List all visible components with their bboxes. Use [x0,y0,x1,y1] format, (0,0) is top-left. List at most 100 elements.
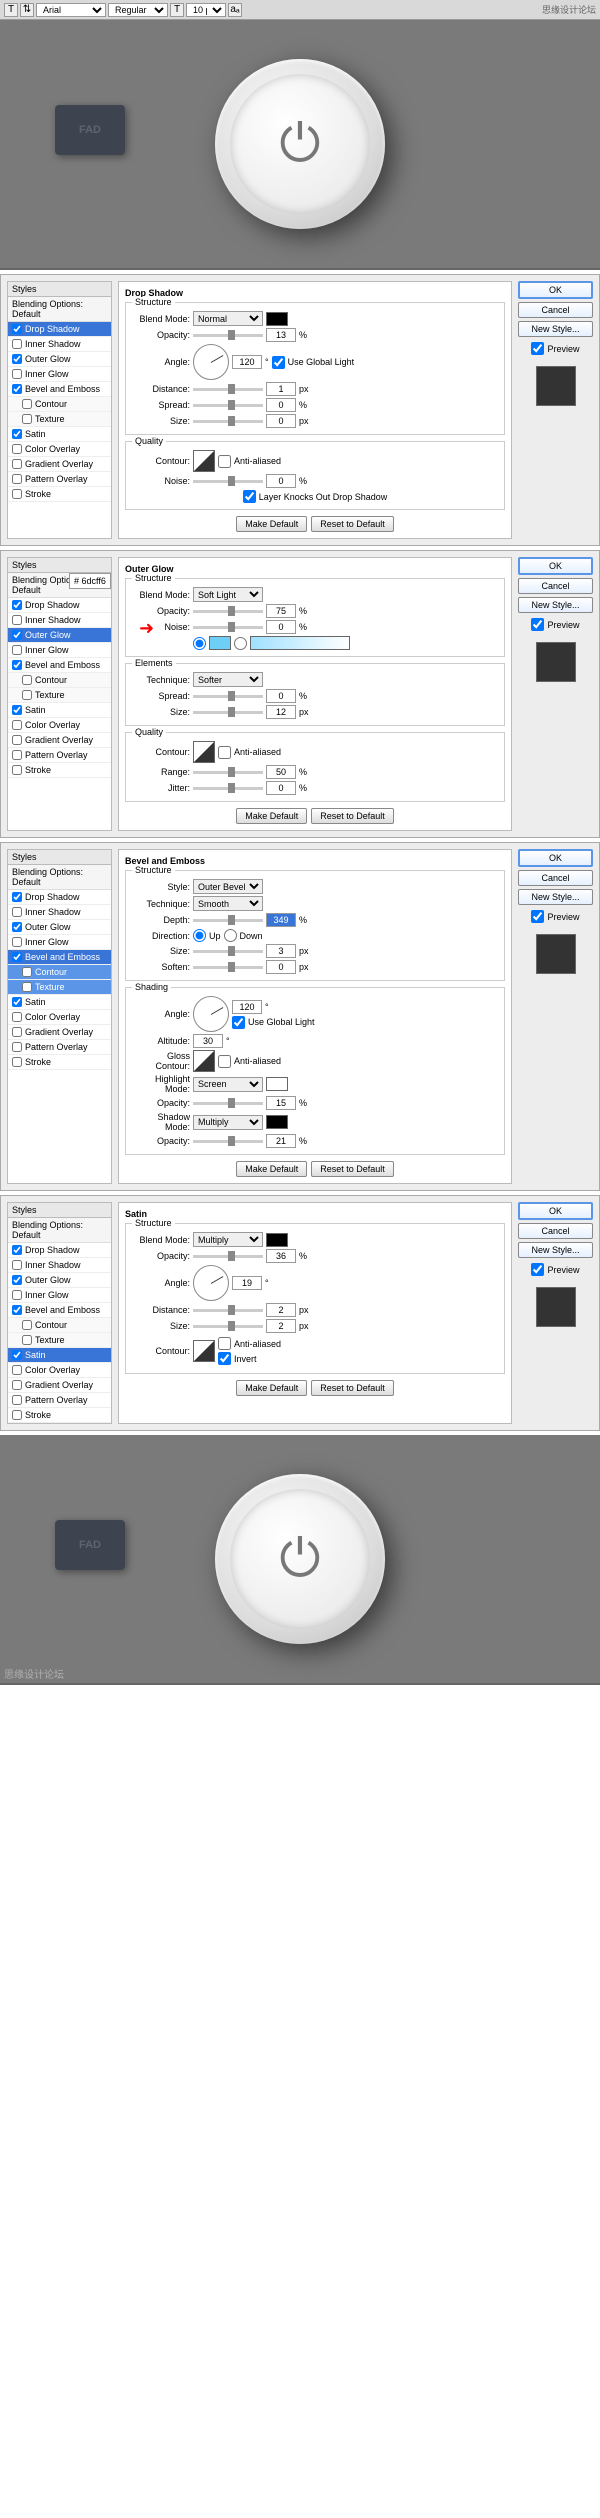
style-satin[interactable]: Satin [8,703,111,718]
ok-button[interactable]: OK [518,849,593,867]
style-bevel[interactable]: Bevel and Emboss [8,658,111,673]
text-tool-icon[interactable]: T [4,3,18,17]
style-outer-glow[interactable]: Outer Glow [8,920,111,935]
bevel-style-select[interactable]: Outer Bevel [193,879,263,894]
orientation-icon[interactable]: ⇅ [20,3,34,17]
dir-up-radio[interactable] [193,929,206,942]
angle-dial[interactable] [193,344,229,380]
style-contour[interactable]: Contour [8,1318,111,1333]
altitude-input[interactable] [193,1034,223,1048]
range-input[interactable] [266,765,296,779]
color-radio[interactable] [193,637,206,650]
glow-gradient-swatch[interactable] [250,636,350,650]
opacity-slider[interactable] [193,610,263,613]
reset-button[interactable]: Reset to Default [311,1380,394,1396]
anti-alias-check[interactable] [218,455,231,468]
highlight-color[interactable] [266,1077,288,1091]
ok-button[interactable]: OK [518,1202,593,1220]
reset-button[interactable]: Reset to Default [311,808,394,824]
spread-input[interactable] [266,689,296,703]
opacity-input[interactable] [266,1249,296,1263]
distance-input[interactable] [266,382,296,396]
cancel-button[interactable]: Cancel [518,870,593,886]
contour-picker[interactable] [193,450,215,472]
style-inner-shadow[interactable]: Inner Shadow [8,1258,111,1273]
blending-options[interactable]: Blending Options: Default [8,297,111,322]
style-gradient-overlay[interactable]: Gradient Overlay [8,1378,111,1393]
style-stroke[interactable]: Stroke [8,1408,111,1423]
new-style-button[interactable]: New Style... [518,889,593,905]
style-inner-glow[interactable]: Inner Glow [8,643,111,658]
global-light-check[interactable] [272,356,285,369]
noise-slider[interactable] [193,480,263,483]
technique-select[interactable]: Smooth [193,896,263,911]
technique-select[interactable]: Softer [193,672,263,687]
hl-opacity-input[interactable] [266,1096,296,1110]
noise-slider[interactable] [193,626,263,629]
style-texture[interactable]: Texture [8,412,111,427]
new-style-button[interactable]: New Style... [518,1242,593,1258]
style-color-overlay[interactable]: Color Overlay [8,1363,111,1378]
style-inner-glow[interactable]: Inner Glow [8,367,111,382]
glow-color-swatch[interactable] [209,636,231,650]
style-gradient-overlay[interactable]: Gradient Overlay [8,733,111,748]
angle-dial[interactable] [193,996,229,1032]
style-pattern-overlay[interactable]: Pattern Overlay [8,1040,111,1055]
style-drop-shadow[interactable]: Drop Shadow [8,598,111,613]
style-drop-shadow[interactable]: Drop Shadow [8,1243,111,1258]
angle-dial[interactable] [193,1265,229,1301]
style-pattern-overlay[interactable]: Pattern Overlay [8,472,111,487]
style-outer-glow[interactable]: Outer Glow [8,1273,111,1288]
style-gradient-overlay[interactable]: Gradient Overlay [8,1025,111,1040]
style-satin[interactable]: Satin [8,995,111,1010]
style-texture[interactable]: Texture [8,1333,111,1348]
cancel-button[interactable]: Cancel [518,302,593,318]
size-input[interactable] [266,414,296,428]
style-stroke[interactable]: Stroke [8,1055,111,1070]
dir-down-radio[interactable] [224,929,237,942]
style-texture[interactable]: Texture [8,980,111,995]
color-swatch[interactable] [266,1233,288,1247]
font-weight-select[interactable]: Regular [108,3,168,17]
opacity-input[interactable] [266,604,296,618]
make-default-button[interactable]: Make Default [236,516,307,532]
style-inner-shadow[interactable]: Inner Shadow [8,905,111,920]
depth-input[interactable] [266,913,296,927]
spread-slider[interactable] [193,404,263,407]
noise-input[interactable] [266,474,296,488]
spread-input[interactable] [266,398,296,412]
color-swatch[interactable] [266,312,288,326]
opacity-input[interactable] [266,328,296,342]
style-inner-glow[interactable]: Inner Glow [8,1288,111,1303]
blend-mode-select[interactable]: Soft Light [193,587,263,602]
distance-slider[interactable] [193,388,263,391]
style-color-overlay[interactable]: Color Overlay [8,1010,111,1025]
shadow-color[interactable] [266,1115,288,1129]
size-input[interactable] [266,1319,296,1333]
style-pattern-overlay[interactable]: Pattern Overlay [8,1393,111,1408]
cancel-button[interactable]: Cancel [518,1223,593,1239]
preview-check[interactable] [531,342,544,355]
sh-opacity-input[interactable] [266,1134,296,1148]
cancel-button[interactable]: Cancel [518,578,593,594]
style-bevel[interactable]: Bevel and Emboss [8,950,111,965]
style-inner-glow[interactable]: Inner Glow [8,935,111,950]
style-drop-shadow[interactable]: Drop Shadow [8,322,111,337]
font-size-select[interactable]: 10 pt [186,3,226,17]
blend-mode-select[interactable]: Multiply [193,1232,263,1247]
style-contour[interactable]: Contour [8,965,111,980]
aa-icon[interactable]: aₐ [228,3,242,17]
new-style-button[interactable]: New Style... [518,597,593,613]
style-color-overlay[interactable]: Color Overlay [8,718,111,733]
contour-picker[interactable] [193,1340,215,1362]
angle-input[interactable] [232,355,262,369]
reset-button[interactable]: Reset to Default [311,516,394,532]
style-inner-shadow[interactable]: Inner Shadow [8,613,111,628]
noise-input[interactable] [266,620,296,634]
highlight-mode-select[interactable]: Screen [193,1077,263,1092]
style-drop-shadow[interactable]: Drop Shadow [8,890,111,905]
style-pattern-overlay[interactable]: Pattern Overlay [8,748,111,763]
style-outer-glow[interactable]: Outer Glow [8,352,111,367]
style-color-overlay[interactable]: Color Overlay [8,442,111,457]
size-slider[interactable] [193,420,263,423]
